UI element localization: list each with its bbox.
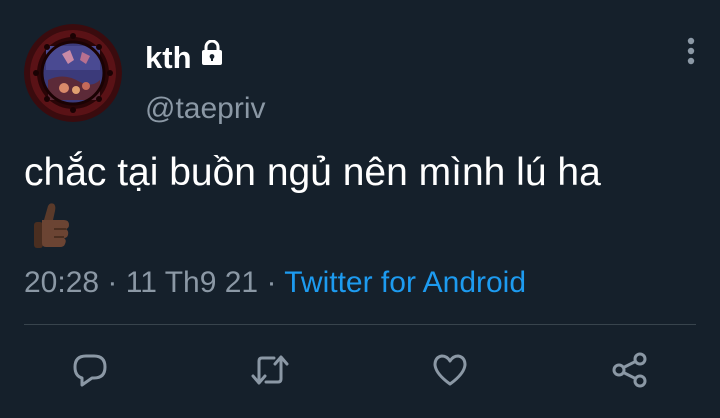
tweet-source-link[interactable]: Twitter for Android (284, 266, 526, 299)
reply-icon (72, 352, 108, 393)
meta-separator: · (266, 266, 277, 299)
avatar[interactable] (24, 24, 122, 122)
tweet-date: 11 Th9 21 (125, 266, 259, 299)
avatar-image (24, 24, 122, 122)
thumbs-up-emoji-icon (28, 200, 72, 252)
tweet-time: 20:28 (24, 266, 100, 299)
user-name-row[interactable]: kth (145, 36, 224, 80)
divider (24, 324, 696, 325)
display-name[interactable]: kth (145, 40, 192, 76)
retweet-icon (250, 352, 290, 393)
retweet-button[interactable] (248, 350, 292, 394)
share-button[interactable] (608, 350, 652, 394)
more-options-icon[interactable] (676, 34, 706, 68)
lock-icon (200, 39, 224, 66)
tweet-meta: 20:28 · 11 Th9 21 · Twitter for Android (24, 266, 526, 300)
tweet-text: chắc tại buồn ngủ nên mình lú ha (24, 151, 601, 194)
like-button[interactable] (428, 350, 472, 394)
tweet-detail: kth @taepriv chắc tại buồn ngủ nên mình … (0, 0, 720, 418)
like-icon (432, 353, 468, 392)
share-icon (611, 351, 649, 394)
reply-button[interactable] (68, 350, 112, 394)
meta-separator: · (107, 266, 118, 299)
user-handle[interactable]: @taepriv (145, 92, 266, 126)
